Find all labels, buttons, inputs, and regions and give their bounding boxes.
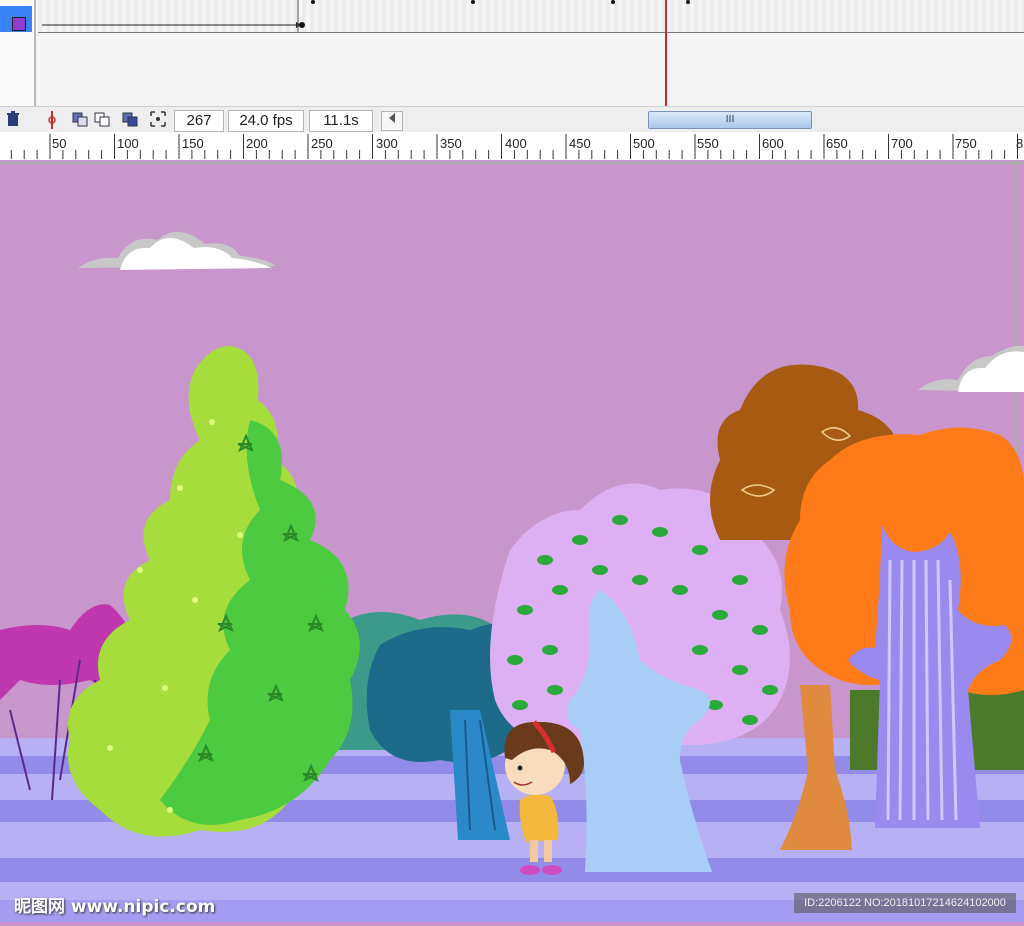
ruler-label: 550 [697,136,719,151]
onion-outline-icon[interactable] [70,111,90,129]
watermark-id: ID:2206122 NO:20181017214624102000 [794,893,1016,913]
ruler-label: 50 [52,136,67,151]
stage-canvas[interactable] [0,160,1024,922]
ruler-label: 750 [955,136,977,151]
watermark-site: 昵图网 www.nipic.com [14,897,216,917]
frame-rate-field[interactable]: 24.0 fps [228,110,304,132]
ruler-label: 100 [117,136,139,151]
center-frame-icon[interactable] [148,111,168,129]
horizontal-scroll-thumb[interactable]: III [648,111,812,129]
timeline-toolbar: 267 24.0 fps 11.1s III [0,106,1024,134]
current-frame-field[interactable]: 267 [174,110,224,132]
layer-column [0,0,36,106]
scroll-left-icon[interactable] [381,111,403,131]
playhead[interactable] [665,0,667,106]
trash-icon[interactable] [4,111,22,129]
timeline-panel [0,0,1024,107]
stage-artwork [0,160,1024,922]
horizontal-ruler: 50 100 150 200 250 300 350 400 450 500 5… [0,132,1024,161]
ruler-label: 400 [505,136,527,151]
onion-skin-icon[interactable] [42,111,62,129]
frame-strip[interactable] [38,0,1024,33]
elapsed-time-field[interactable]: 11.1s [309,110,373,132]
ruler-label: 250 [311,136,333,151]
ruler-label: 8 [1016,136,1024,151]
ruler-label: 300 [376,136,398,151]
ruler-label: 600 [762,136,784,151]
onion-markers-icon[interactable] [120,111,140,129]
ruler-label: 450 [569,136,591,151]
ruler-label: 200 [246,136,268,151]
layer-color-swatch[interactable] [12,17,26,31]
ruler-label: 500 [633,136,655,151]
ruler-label: 650 [826,136,848,151]
ruler-label: 350 [440,136,462,151]
ruler-label: 700 [891,136,913,151]
edit-multiple-frames-icon[interactable] [92,111,112,129]
ruler-label: 150 [182,136,204,151]
layer-row-selected[interactable] [0,6,32,32]
tween-arrow [42,0,690,32]
